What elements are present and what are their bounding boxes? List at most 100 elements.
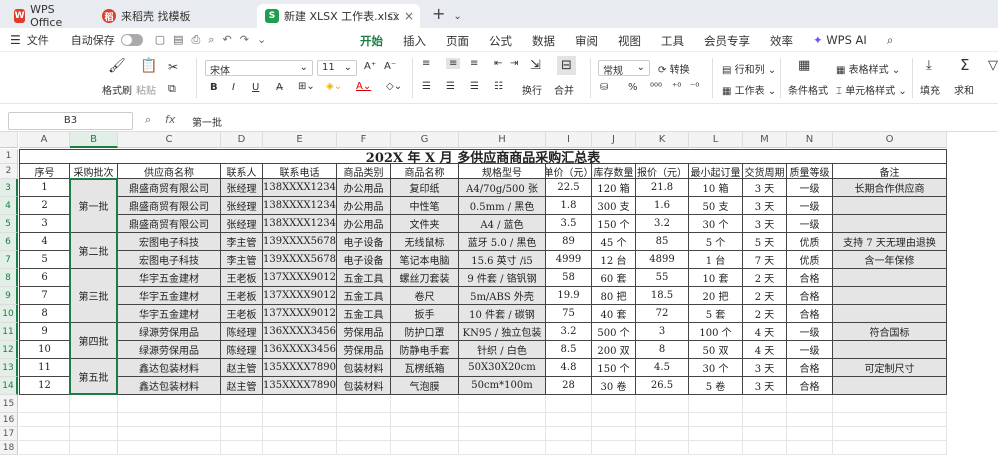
data-cell[interactable]: 一级 (787, 341, 833, 359)
filter-icon[interactable]: ▽ (988, 58, 998, 73)
row-header[interactable]: 5 (0, 215, 18, 233)
outdent-icon[interactable]: ⇥ (510, 58, 518, 69)
data-cell[interactable]: A4/70g/500 张 (459, 179, 546, 197)
name-box[interactable]: B3 (8, 112, 133, 130)
ribbon-tab-review[interactable]: 审阅 (565, 33, 608, 49)
data-cell[interactable] (833, 269, 947, 287)
data-cell[interactable]: 3 天 (743, 179, 787, 197)
ribbon-tab-home[interactable]: 开始 (350, 33, 393, 54)
data-cell[interactable] (833, 215, 947, 233)
empty-cell[interactable] (70, 395, 118, 413)
data-cell[interactable]: 绿源劳保用品 (118, 323, 221, 341)
data-cell[interactable] (833, 287, 947, 305)
ribbon-tab-member[interactable]: 会员专享 (694, 33, 760, 49)
data-cell[interactable]: 72 (636, 305, 689, 323)
underline-icon[interactable]: U (252, 82, 259, 93)
zoom-icon[interactable]: ⌕ (145, 113, 151, 127)
data-cell[interactable] (833, 341, 947, 359)
data-cell[interactable]: 28 (546, 377, 592, 395)
data-cell[interactable]: 电子设备 (337, 251, 391, 269)
row-header[interactable]: 15 (0, 395, 18, 413)
empty-cell[interactable] (459, 413, 546, 427)
fill-color-icon[interactable]: ◈⌄ (326, 81, 342, 92)
data-cell[interactable]: 气泡膜 (391, 377, 459, 395)
data-cell[interactable]: 100 个 (689, 323, 743, 341)
empty-cell[interactable] (391, 395, 459, 413)
column-header[interactable]: O (833, 132, 947, 148)
column-header[interactable]: B (70, 132, 118, 148)
data-cell[interactable]: 5 套 (689, 305, 743, 323)
data-cell[interactable]: 陈经理 (221, 341, 263, 359)
empty-cell[interactable] (70, 441, 118, 455)
row-header[interactable]: 18 (0, 441, 18, 455)
empty-cell[interactable] (592, 441, 636, 455)
data-cell[interactable]: 华宇五金建材 (118, 287, 221, 305)
data-cell[interactable]: 李主管 (221, 233, 263, 251)
header-cell[interactable]: 商品名称 (391, 164, 459, 179)
batch-cell[interactable]: 第三批 (70, 269, 118, 323)
data-cell[interactable]: 3.2 (546, 323, 592, 341)
data-cell[interactable]: 无线鼠标 (391, 233, 459, 251)
data-cell[interactable]: 9 件套 / 铬钒钢 (459, 269, 546, 287)
ribbon-tab-formula[interactable]: 公式 (479, 33, 522, 49)
data-cell[interactable]: 135XXXX7890 (263, 359, 337, 377)
data-cell[interactable]: 85 (636, 233, 689, 251)
close-icon[interactable]: × (404, 9, 414, 23)
data-cell[interactable]: 防静电手套 (391, 341, 459, 359)
align-middle-icon[interactable]: ≡ (446, 58, 461, 69)
fx-icon[interactable]: fx (165, 113, 175, 126)
align-right-icon[interactable]: ☰ (470, 81, 479, 92)
convert-button[interactable]: ⟳ 转换 (658, 61, 690, 76)
data-cell[interactable]: 合格 (787, 305, 833, 323)
ribbon-tab-efficiency[interactable]: 效率 (760, 33, 803, 49)
empty-cell[interactable] (636, 413, 689, 427)
empty-cell[interactable] (118, 395, 221, 413)
data-cell[interactable]: 7 (19, 287, 70, 305)
data-cell[interactable]: 鼎盛商贸有限公司 (118, 215, 221, 233)
decimal-decrease-icon[interactable]: ⁻⁰ (690, 82, 699, 93)
copy-icon[interactable]: ⧉ (168, 82, 176, 96)
batch-cell[interactable]: 第五批 (70, 359, 118, 395)
empty-cell[interactable] (743, 427, 787, 441)
row-header[interactable]: 17 (0, 427, 18, 441)
data-cell[interactable]: 1 台 (689, 251, 743, 269)
data-cell[interactable]: 劳保用品 (337, 323, 391, 341)
row-header[interactable]: 11 (0, 323, 18, 341)
header-cell[interactable]: 质量等级 (787, 164, 833, 179)
data-cell[interactable]: 王老板 (221, 305, 263, 323)
file-menu[interactable]: 文件 (21, 32, 55, 48)
empty-cell[interactable] (636, 427, 689, 441)
data-cell[interactable]: 2 天 (743, 305, 787, 323)
wrap-icon[interactable]: ⇲ (530, 58, 541, 73)
empty-cell[interactable] (118, 427, 221, 441)
data-cell[interactable]: 针织 / 白色 (459, 341, 546, 359)
data-cell[interactable]: 60 套 (592, 269, 636, 287)
header-cell[interactable]: 采购批次 (70, 164, 118, 179)
data-cell[interactable]: 鑫达包装材料 (118, 377, 221, 395)
wrap-button[interactable]: 换行 (522, 82, 542, 97)
data-cell[interactable]: 笔记本电脑 (391, 251, 459, 269)
empty-cell[interactable] (118, 441, 221, 455)
data-cell[interactable]: 含一年保修 (833, 251, 947, 269)
data-cell[interactable]: 赵主管 (221, 377, 263, 395)
header-cell[interactable]: 报价（元） (636, 164, 689, 179)
decimal-increase-icon[interactable]: ⁺⁰ (672, 82, 681, 93)
data-cell[interactable]: 五金工具 (337, 305, 391, 323)
row-header[interactable]: 9 (0, 287, 18, 305)
cut-icon[interactable]: ✂ (168, 60, 178, 74)
merge-icon[interactable]: ⊟ (557, 56, 576, 75)
data-cell[interactable]: 80 把 (592, 287, 636, 305)
sheet-title[interactable]: 202X 年 X 月 多供应商商品采购汇总表 (19, 149, 947, 164)
rows-cols-button[interactable]: ▤ 行和列 ⌄ (722, 61, 776, 76)
merge-button[interactable]: 合并 (554, 82, 574, 97)
data-cell[interactable]: 300 支 (592, 197, 636, 215)
data-cell[interactable]: 4 (19, 233, 70, 251)
data-cell[interactable]: 1.8 (546, 197, 592, 215)
data-cell[interactable]: 3 天 (743, 197, 787, 215)
tab-display-icon[interactable]: ▢ (389, 11, 398, 22)
data-cell[interactable]: 4 天 (743, 323, 787, 341)
empty-cell[interactable] (19, 395, 70, 413)
header-cell[interactable]: 联系电话 (263, 164, 337, 179)
empty-cell[interactable] (221, 413, 263, 427)
data-cell[interactable]: 0.5mm / 黑色 (459, 197, 546, 215)
